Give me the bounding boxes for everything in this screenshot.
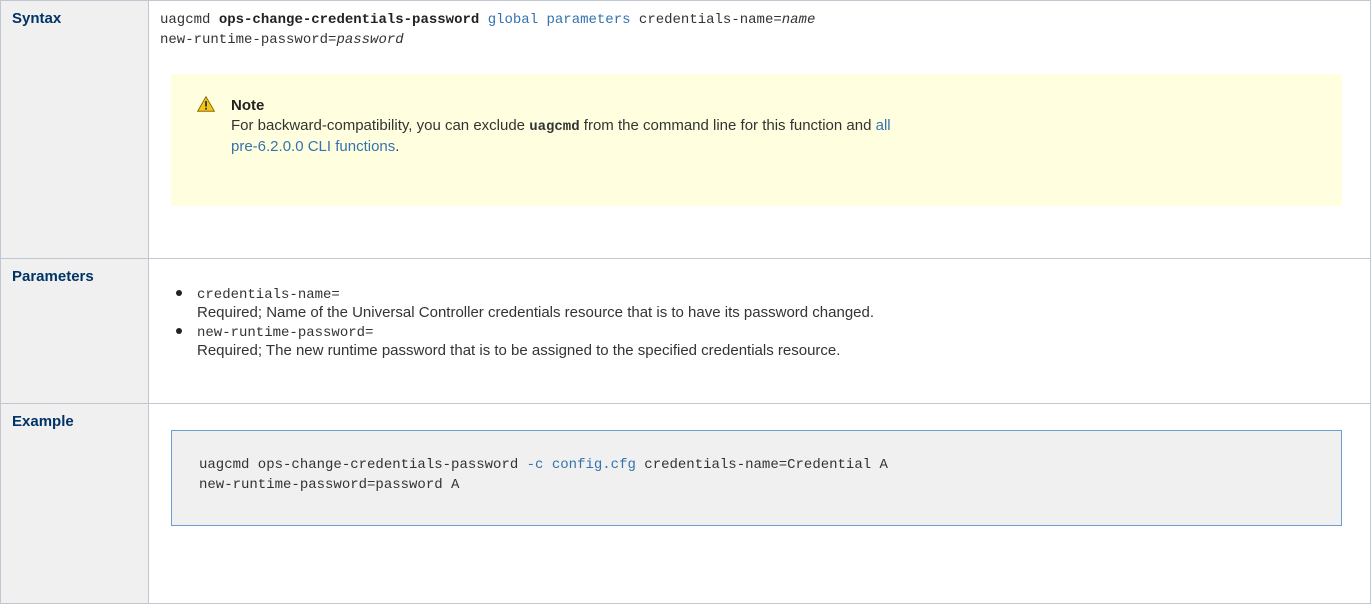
note-panel: Note For backward-compatibility, you can…	[171, 74, 1342, 206]
syntax-arg1-val: name	[781, 12, 816, 28]
syntax-arg2-val: password	[336, 32, 404, 48]
example-label: Example	[12, 413, 74, 430]
pre-620-cli-link-part1[interactable]: all	[876, 117, 891, 134]
list-item: new-runtime-password= Required; The new …	[173, 323, 1370, 360]
syntax-cell: uagcmd ops-change-credentials-password g…	[148, 0, 1371, 259]
parameters-row: Parameters credentials-name= Required; N…	[0, 258, 1371, 404]
param-name: credentials-name=	[197, 287, 340, 303]
note-title: Note	[231, 97, 265, 114]
param-description: Required; Name of the Universal Controll…	[197, 304, 875, 321]
syntax-cmd: uagcmd	[160, 12, 211, 28]
global-parameters-link[interactable]: global parameters	[488, 12, 631, 28]
note-text-before: For backward-compatibility, you can excl…	[231, 117, 526, 134]
bullet-icon	[176, 290, 182, 296]
list-item: credentials-name= Required; Name of the …	[173, 285, 1370, 322]
example-cell: uagcmd ops-change-credentials-password -…	[148, 403, 1371, 604]
command-reference-table: Syntax uagcmd ops-change-credentials-pas…	[0, 0, 1371, 604]
pre-620-cli-link-part2[interactable]: pre-6.2.0.0 CLI functions	[231, 138, 395, 155]
syntax-arg2-key: new-runtime-password=	[160, 32, 337, 48]
syntax-arg1-key: credentials-name=	[638, 12, 782, 28]
example-line2: new-runtime-password=password A	[199, 477, 460, 493]
syntax-header: Syntax	[0, 0, 149, 259]
syntax-text: uagcmd ops-change-credentials-password g…	[149, 1, 1370, 50]
parameters-header: Parameters	[0, 258, 149, 404]
note-period: .	[395, 138, 400, 155]
param-description: Required; The new runtime password that …	[197, 342, 841, 359]
note-code: uagcmd	[529, 119, 580, 135]
bullet-icon	[176, 328, 182, 334]
syntax-row: Syntax uagcmd ops-change-credentials-pas…	[0, 0, 1371, 259]
note-text-after: from the command line for this function …	[583, 117, 872, 134]
example-row: Example uagcmd ops-change-credentials-pa…	[0, 403, 1371, 604]
example-config-file: config.cfg	[551, 457, 636, 473]
syntax-label: Syntax	[12, 10, 62, 27]
param-name: new-runtime-password=	[197, 325, 374, 341]
warning-icon	[197, 96, 215, 112]
note-text: For backward-compatibility, you can excl…	[231, 116, 1312, 157]
syntax-command: ops-change-credentials-password	[218, 12, 480, 28]
example-line1-b: credentials-name=Credential A	[635, 457, 888, 473]
parameters-list: credentials-name= Required; Name of the …	[149, 259, 1370, 360]
parameters-label: Parameters	[12, 268, 94, 285]
note-body: Note For backward-compatibility, you can…	[231, 96, 1312, 157]
example-line1-a: uagcmd ops-change-credentials-password	[199, 457, 527, 473]
example-flag: -c	[526, 457, 544, 473]
example-code-block: uagcmd ops-change-credentials-password -…	[171, 430, 1342, 526]
example-header: Example	[0, 403, 149, 604]
parameters-cell: credentials-name= Required; Name of the …	[148, 258, 1371, 404]
